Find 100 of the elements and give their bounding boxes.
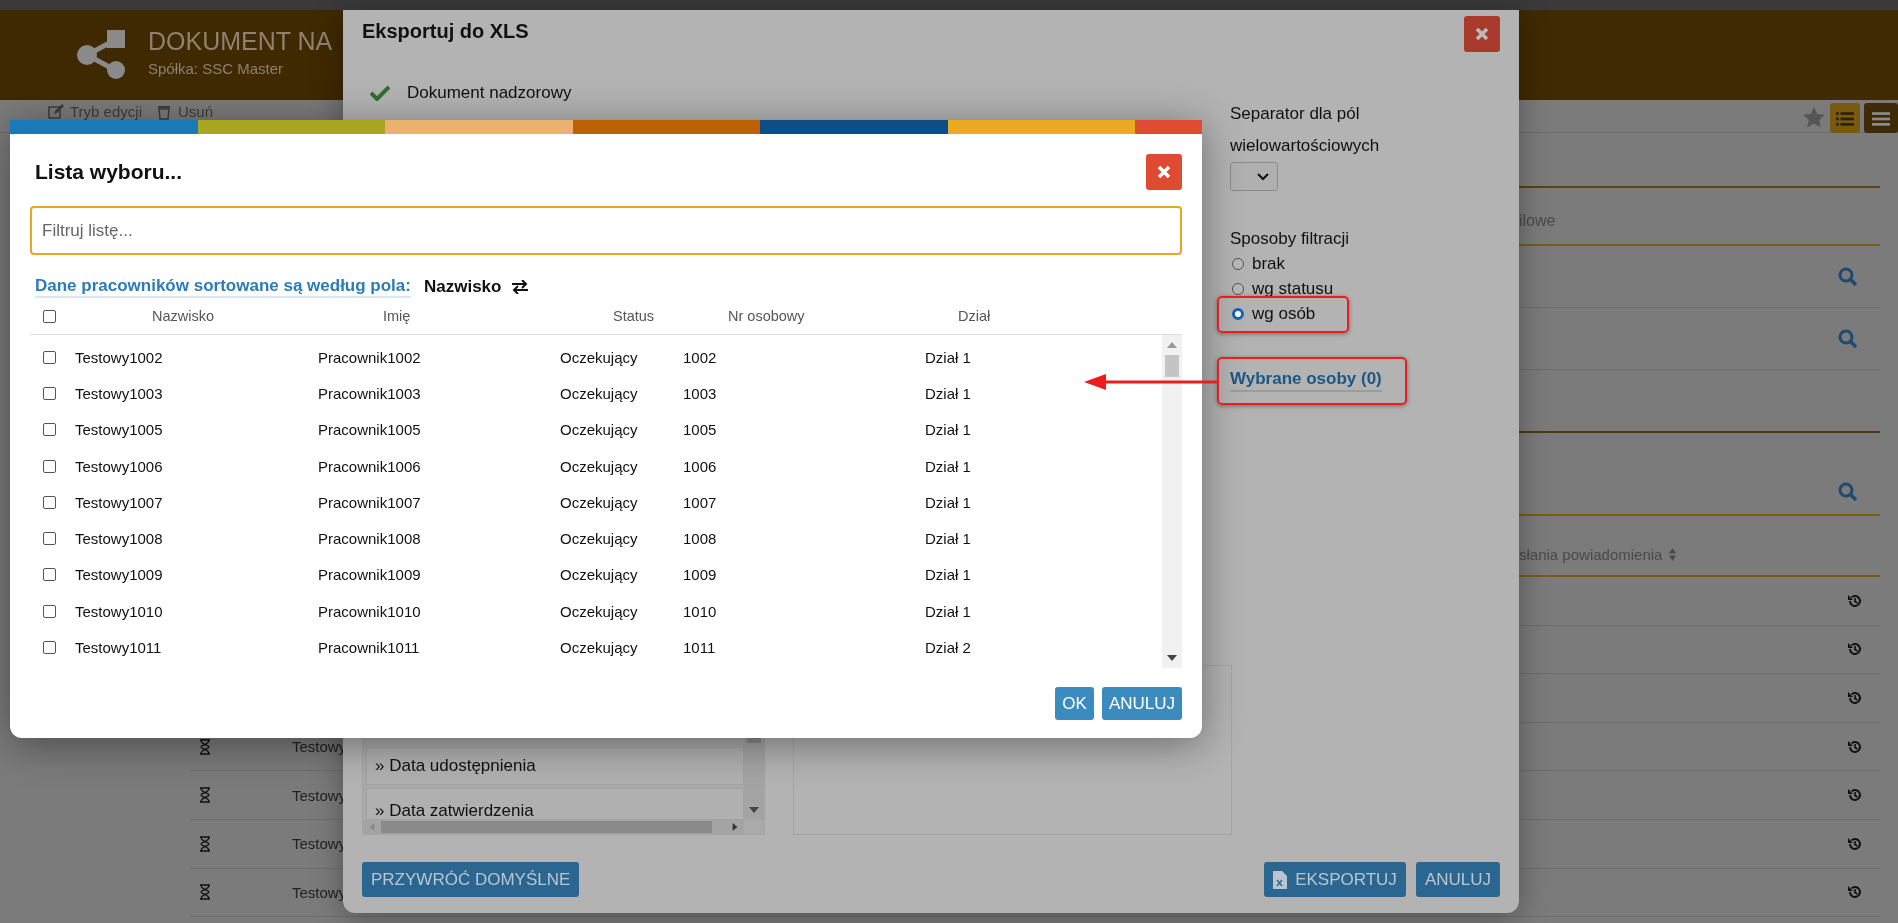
table-cell: Testowy: [292, 835, 347, 853]
table-cell: Dział 1: [925, 530, 971, 548]
column-header[interactable]: Dział: [958, 308, 991, 324]
menu-button[interactable]: [1864, 103, 1898, 133]
hourglass-icon: [199, 884, 211, 901]
close-button[interactable]: [1464, 16, 1500, 52]
ok-button[interactable]: OK: [1055, 687, 1094, 720]
table-cell: Pracownik1010: [318, 602, 421, 620]
table-cell: Oczekujący: [560, 493, 638, 511]
field-label: Sposoby filtracji: [1230, 228, 1350, 250]
history-icon[interactable]: [1847, 592, 1863, 609]
table-cell: Testowy1002: [75, 348, 163, 366]
selected-people-link[interactable]: Wybrane osoby (0): [1230, 368, 1382, 392]
table-cell: Testowy1005: [75, 421, 163, 439]
table-cell: 1010: [683, 602, 717, 620]
document-title: DOKUMENT NA: [148, 27, 333, 56]
row-checkbox[interactable]: [43, 423, 56, 437]
row-checkbox[interactable]: [43, 604, 56, 618]
table-cell: 1011: [683, 639, 716, 656]
company-name: Spółka: SSC Master: [148, 60, 285, 77]
column-header[interactable]: Nazwisko: [152, 308, 215, 324]
chevron-icon: [1257, 172, 1269, 181]
export-button[interactable]: EKSPORTUJ: [1264, 862, 1406, 897]
cancel-button[interactable]: ANULUJ: [1415, 862, 1500, 897]
list-view-button[interactable]: [1830, 103, 1860, 133]
table-cell: 1006: [683, 457, 717, 475]
table-cell: Dział 1: [925, 457, 971, 475]
row-checkbox[interactable]: [43, 459, 56, 473]
table-cell: Oczekujący: [560, 602, 638, 620]
scrollbar-thumb[interactable]: [1165, 355, 1179, 377]
table-cell: Pracownik1006: [318, 457, 421, 475]
menu-icon: [1872, 110, 1890, 126]
table-cell: Dział 1: [925, 421, 971, 439]
select-all-checkbox[interactable]: [43, 309, 56, 323]
row-checkbox[interactable]: [43, 532, 56, 546]
arrow-down-icon[interactable]: [749, 806, 759, 814]
table-cell: Pracownik1003: [318, 384, 421, 402]
row-checkbox[interactable]: [43, 386, 56, 400]
table-cell: Dział 1: [925, 566, 971, 584]
restore-defaults-button[interactable]: PRZYWRÓĆ DOMYŚLNE: [362, 862, 580, 897]
history-icon[interactable]: [1847, 835, 1863, 852]
table-cell: Dział 1: [925, 348, 971, 366]
table-cell: Testowy: [292, 738, 347, 756]
history-icon[interactable]: [1847, 641, 1863, 658]
table-cell: Dział 2: [925, 639, 971, 656]
scrollbar[interactable]: [363, 820, 744, 834]
sort-field: Nazwisko: [423, 277, 502, 297]
table-cell: Pracownik1011: [318, 639, 420, 656]
table-cell: Testowy: [292, 883, 347, 901]
table-cell: Oczekujący: [560, 384, 638, 402]
radio-option[interactable]: brak: [1230, 251, 1286, 276]
column-header[interactable]: Imię: [383, 308, 411, 324]
row-checkbox[interactable]: [43, 495, 56, 509]
history-icon[interactable]: [1847, 690, 1863, 706]
document-option: Dokument nadzorowy: [407, 83, 572, 103]
scrollbar[interactable]: [1162, 335, 1182, 668]
row-checkbox[interactable]: [43, 641, 56, 654]
table-cell: Dział 1: [925, 602, 971, 620]
cancel-button[interactable]: ANULUJ: [1101, 687, 1182, 720]
table-cell: Testowy1003: [75, 384, 163, 402]
arrow-right-icon[interactable]: [730, 823, 740, 831]
table-cell: Dział 1: [925, 493, 971, 511]
table-cell: Oczekujący: [560, 457, 638, 475]
table-cell: Pracownik1005: [318, 421, 421, 439]
arrow-up-icon[interactable]: [1167, 341, 1177, 349]
table-cell: Testowy1011: [75, 639, 162, 656]
column-header[interactable]: Status: [613, 308, 655, 324]
table-cell: Pracownik1009: [318, 566, 421, 584]
list-icon: [1836, 110, 1854, 126]
table-cell: Testowy1007: [75, 493, 163, 511]
table-cell: Pracownik1007: [318, 493, 421, 511]
separator-select[interactable]: [1230, 162, 1278, 191]
radio-option[interactable]: wg osób: [1230, 301, 1316, 326]
edit-icon: [48, 103, 64, 120]
star-icon[interactable]: [1802, 106, 1826, 130]
table-cell: Dział 1: [925, 384, 971, 402]
list-item[interactable]: » Data zatwierdzenia: [366, 788, 744, 820]
table-cell: Testowy1006: [75, 457, 163, 475]
list-item[interactable]: » Data udostępnienia: [366, 747, 744, 785]
close-icon: [1474, 26, 1490, 42]
swap-icon[interactable]: [511, 280, 530, 294]
close-icon: [1156, 163, 1172, 180]
radio-option[interactable]: wg statusu: [1230, 276, 1334, 301]
table-cell: Testowy: [292, 786, 347, 804]
arrow-down-icon[interactable]: [1167, 654, 1177, 662]
history-icon[interactable]: [1847, 884, 1863, 901]
row-checkbox[interactable]: [43, 568, 56, 582]
table-cell: 1002: [683, 348, 717, 366]
row-checkbox[interactable]: [43, 350, 56, 364]
table-cell: Oczekujący: [560, 639, 638, 656]
table-cell: 1003: [683, 384, 717, 402]
filter-field[interactable]: Filtruj listę...: [30, 206, 1182, 255]
sort-label[interactable]: Dane pracowników sortowane są według pola:: [35, 276, 411, 298]
history-icon[interactable]: [1847, 787, 1863, 804]
table-cell: Oczekujący: [560, 421, 638, 439]
column-header[interactable]: Nr osobowy: [728, 308, 805, 324]
hourglass-icon: [199, 787, 211, 804]
close-button[interactable]: [1146, 153, 1182, 190]
history-icon[interactable]: [1847, 738, 1863, 755]
table-cell: Pracownik1002: [318, 348, 421, 366]
